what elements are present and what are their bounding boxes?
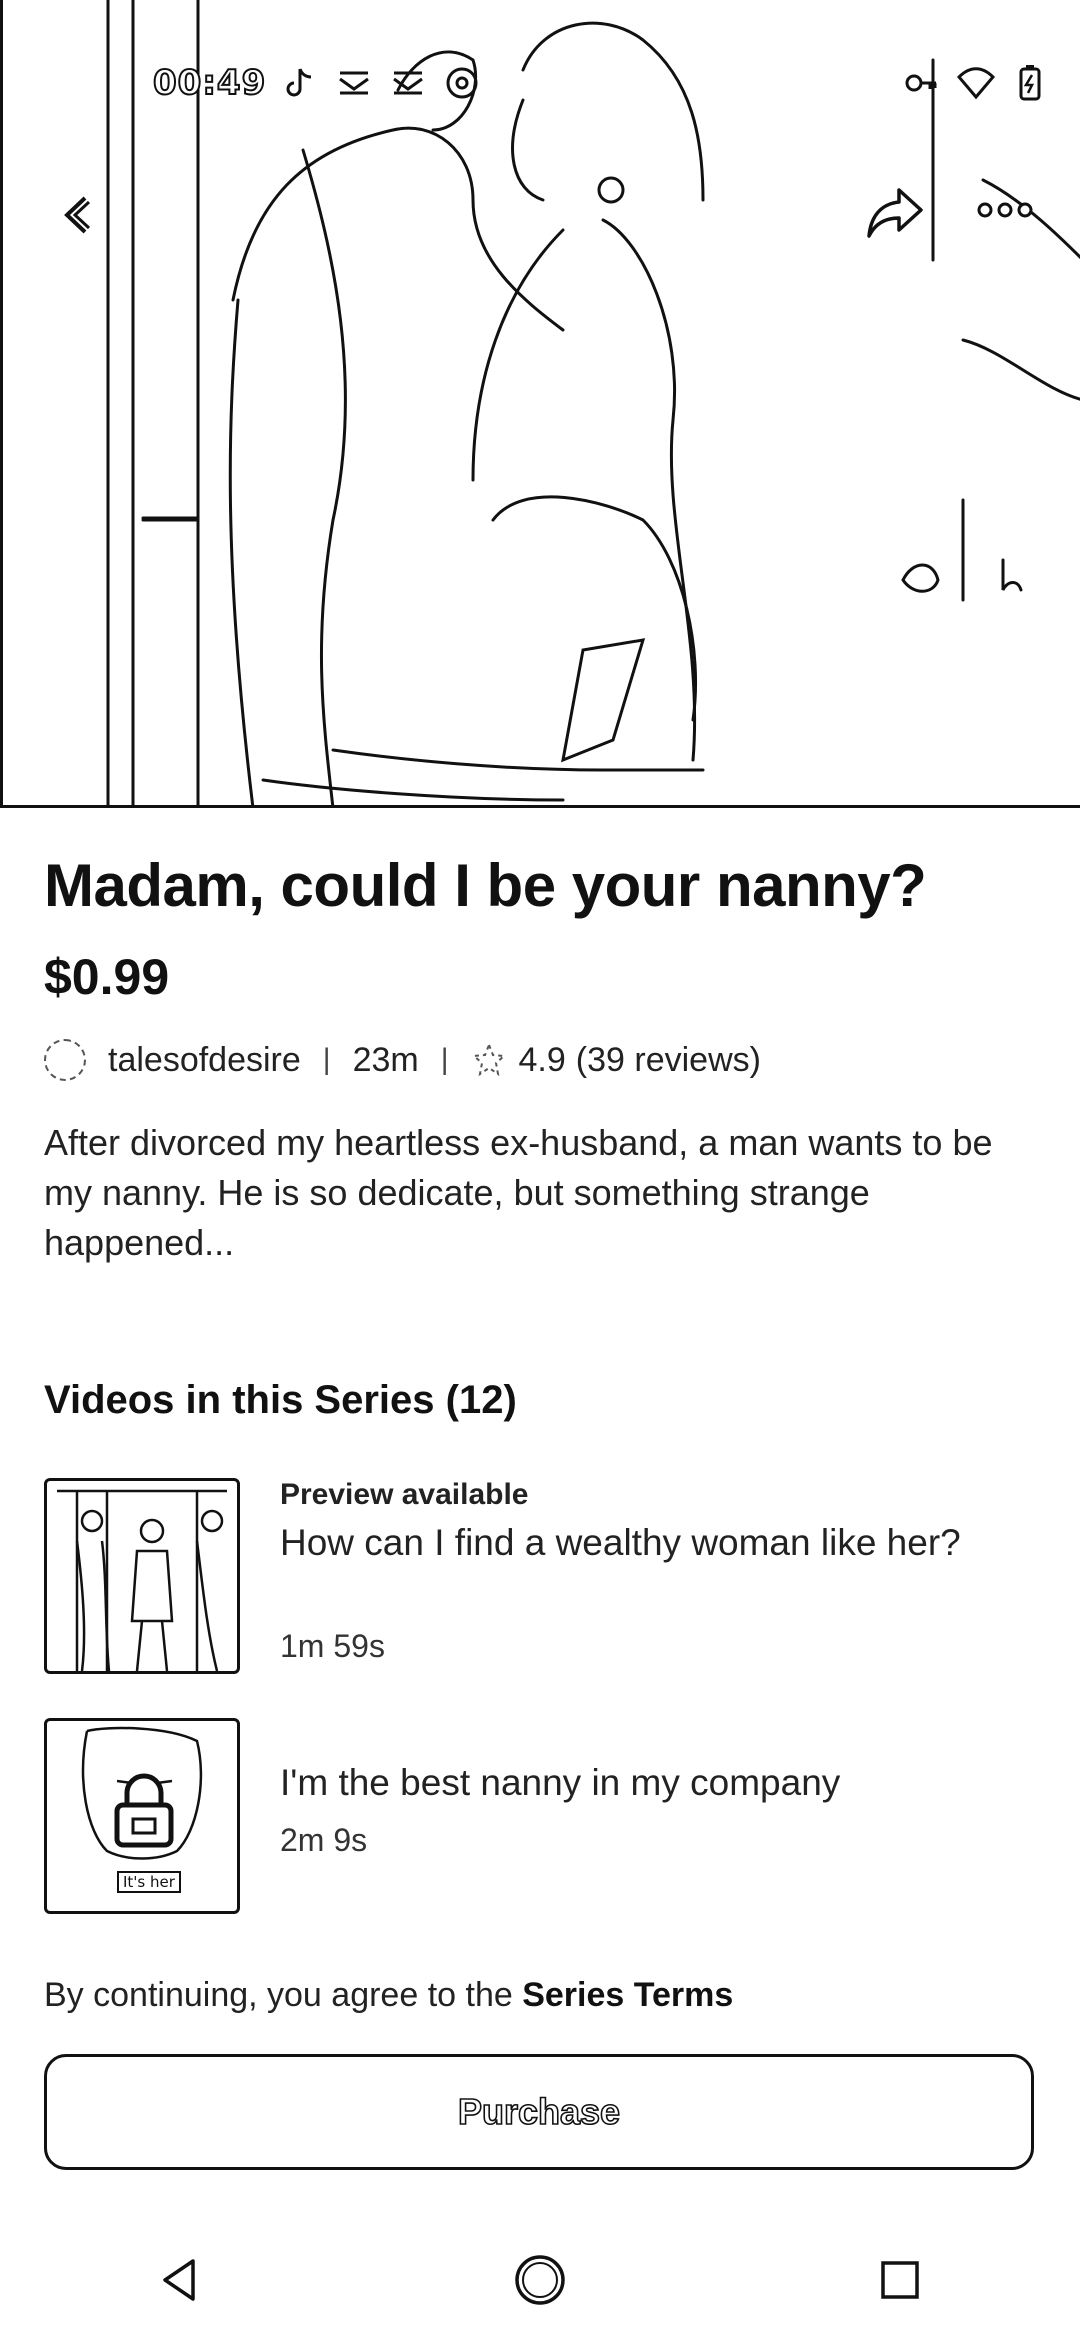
video-player[interactable]: 00:49 [0,0,1080,808]
series-terms-link[interactable]: Series Terms [522,1976,733,2014]
episode-thumbnail: It's her [44,1718,240,1914]
reviews-count[interactable]: (39 reviews) [576,1041,761,1080]
videos-section-title: Videos in this Series (12) [44,1378,517,1422]
share-button[interactable] [855,172,935,252]
series-description: After divorced my heartless ex-husband, … [44,1122,993,1263]
wifi-icon [956,67,996,100]
terms-notice: By continuing, you agree to the Series T… [44,1976,733,2015]
thumbnail-caption: It's her [117,1871,181,1893]
mail-icon [393,71,424,95]
episode-title: How can I find a wealthy woman like her? [280,1522,961,1563]
episode-title: I'm the best nanny in my company [280,1762,841,1803]
episode-duration: 2m 9s [280,1822,368,1858]
more-button[interactable] [965,185,1045,235]
lock-icon [114,1773,174,1848]
nav-home-button[interactable] [495,2235,585,2325]
episode-thumbnail-image [57,1489,227,1671]
back-button[interactable] [43,180,113,250]
status-time: 00:49 [152,62,267,104]
creator-name[interactable]: talesofdesire [108,1041,301,1080]
episode-item[interactable]: It's her I'm the best nanny in my compan… [44,1718,1044,1918]
purchase-button[interactable]: Purchase [44,2054,1034,2170]
mail-icon [339,71,370,95]
divider: | [322,1043,331,1076]
series-price: $0.99 [44,949,170,1005]
video-frame-image [106,0,1080,805]
nav-recents-button[interactable] [855,2235,945,2325]
rating-value: 4.9 [518,1040,566,1079]
share-icon [867,188,923,238]
system-nav-bar [0,2220,1080,2340]
episode-item[interactable]: Preview available How can I find a wealt… [44,1478,1044,1678]
back-triangle-icon [163,2259,195,2301]
episode-thumbnail [44,1478,240,1674]
home-circle-icon [515,2255,565,2305]
vpn-key-icon [905,74,937,92]
series-title: Madam, could I be your nanny? [44,852,927,919]
preview-badge: Preview available [280,1478,529,1511]
terms-prefix: By continuing, you agree to the [44,1976,523,2014]
episode-duration: 1m 59s [280,1628,385,1664]
tiktok-icon [286,68,312,97]
back-chevron-icon [64,196,91,234]
series-meta: talesofdesire | 23m | 4.9 (39 reviews) [44,1038,761,1082]
series-duration: 23m [352,1040,419,1079]
recents-square-icon [881,2261,919,2299]
creator-avatar[interactable] [44,1039,86,1081]
battery-charging-icon [1019,65,1041,101]
nav-back-button[interactable] [135,2235,225,2325]
more-icon [977,202,1033,218]
star-icon [471,1042,506,1077]
divider: | [440,1043,449,1076]
threads-icon [446,67,478,99]
purchase-label: Purchase [457,2090,621,2133]
status-bar: 00:49 [152,58,1050,108]
